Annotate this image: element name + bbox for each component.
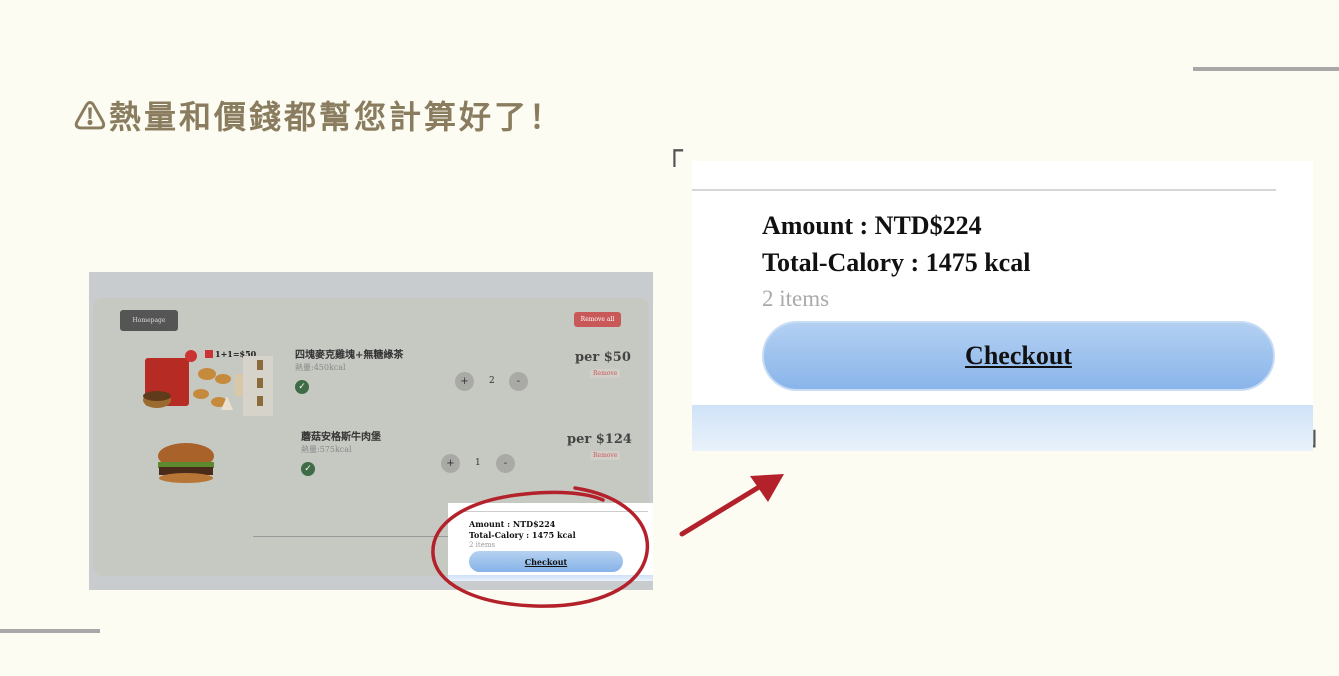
summary-rule [692, 189, 1276, 191]
remove-all-button[interactable]: Remove all [574, 312, 621, 327]
burger-image [158, 443, 214, 483]
decrease-quantity-button[interactable]: - [496, 454, 515, 473]
bracket-top-left: ┌ [666, 134, 683, 167]
item-name: 蘑菇安格斯牛肉堡 [301, 432, 381, 443]
item-calories: 熱量:450kcal [295, 363, 346, 372]
check-circle-icon: ✓ [295, 380, 309, 394]
increase-quantity-button[interactable]: + [441, 454, 460, 473]
item-calories: 熱量:575kcal [301, 445, 352, 454]
quantity-value: 1 [475, 458, 481, 468]
decorative-line-top [1193, 67, 1339, 71]
check-circle-icon: ✓ [301, 462, 315, 476]
checkout-button[interactable]: Checkout [762, 321, 1275, 391]
decrease-quantity-button[interactable]: - [509, 372, 528, 391]
item-price: per $50 [575, 350, 631, 365]
amount-text: Amount : NTD$224 [762, 211, 982, 240]
items-count-text: 2 items [762, 286, 830, 311]
decorative-line-bottom [0, 629, 100, 633]
nuggets-promo-image: 1+1=$50 [143, 349, 273, 416]
remove-item-button[interactable]: Remove [590, 369, 621, 378]
arrow-up-right-icon [679, 474, 784, 537]
summary-footer-band [692, 405, 1313, 451]
highlight-circle [431, 486, 650, 608]
total-calory-text: Total-Calory : 1475 kcal [762, 248, 1031, 277]
quantity-value: 2 [489, 376, 495, 386]
item-name: 四塊麥克雞塊+無糖綠茶 [295, 350, 404, 361]
homepage-button[interactable]: Homepage [120, 310, 178, 331]
item-price: per $124 [567, 432, 632, 447]
increase-quantity-button[interactable]: + [455, 372, 474, 391]
remove-item-button[interactable]: Remove [590, 451, 621, 460]
cart-item: 1+1=$50 四塊麥克雞塊+無糖綠茶 熱量:450kcal ✓ + 2 - p… [93, 340, 649, 420]
order-summary-zoomed: Amount : NTD$224 Total-Calory : 1475 kca… [692, 161, 1313, 451]
slide-title: ⚠熱量和價錢都幫您計算好了！ [74, 98, 565, 136]
